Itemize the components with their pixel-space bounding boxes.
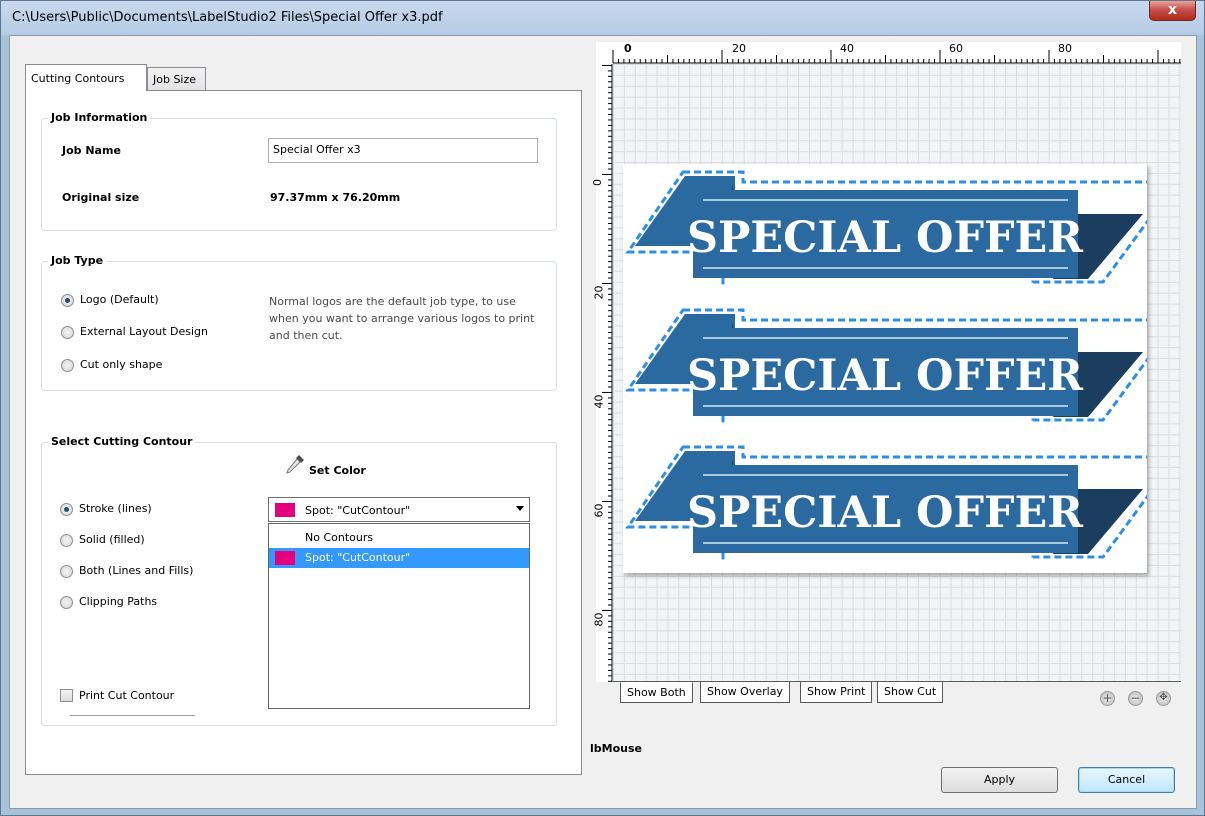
zoom-out-icon[interactable]: − — [1128, 691, 1143, 706]
job-type-title: Job Type — [48, 254, 107, 267]
window-title: C:\Users\Public\Documents\LabelStudio2 F… — [12, 10, 443, 25]
tab-job-size[interactable]: Job Size — [147, 67, 206, 91]
cut-contour-select[interactable]: Spot: "CutContour" — [268, 497, 530, 522]
set-color-label[interactable]: Set Color — [309, 464, 366, 477]
job-name-field[interactable]: Special Offer x3 — [268, 138, 538, 163]
artboard: SPECIAL OFFER SPECIAL OFFER SPECIAL OFFE… — [623, 164, 1155, 573]
radio-cut-only-shape[interactable] — [61, 359, 74, 372]
job-name-label: Job Name — [62, 144, 121, 157]
tab-show-cut[interactable]: Show Cut — [877, 682, 944, 703]
ruler-label-20: 20 — [732, 42, 746, 55]
radio-external-layout[interactable] — [61, 326, 74, 339]
cutting-contour-title: Select Cutting Contour — [48, 435, 196, 448]
tab-show-print[interactable]: Show Print — [800, 682, 873, 703]
vertical-ruler: 0 20 40 60 80 — [591, 64, 613, 682]
ruler-label-40: 40 — [840, 42, 854, 55]
zoom-in-icon[interactable]: + — [1100, 691, 1115, 706]
radio-clipping-paths-label[interactable]: Clipping Paths — [79, 595, 157, 608]
separator — [70, 715, 195, 716]
original-size-label: Original size — [62, 191, 140, 204]
tab-show-overlay[interactable]: Show Overlay — [700, 682, 790, 703]
combo-value: Spot: "CutContour" — [305, 504, 411, 517]
original-size-value: 97.37mm x 76.20mm — [270, 191, 401, 204]
ruler-v-label-0: 0 — [591, 179, 604, 186]
banner-3: SPECIAL OFFER — [623, 439, 1155, 567]
job-type-description: Normal logos are the default job type, t… — [269, 295, 535, 342]
radio-clipping-paths[interactable] — [60, 596, 73, 609]
dialog-body: Cutting Contours Job Size Job Informatio… — [9, 35, 1197, 809]
tab-show-both[interactable]: Show Both — [620, 682, 693, 703]
radio-logo-default-label[interactable]: Logo (Default) — [80, 293, 159, 306]
radio-stroke-lines-label[interactable]: Stroke (lines) — [79, 502, 152, 515]
chevron-down-icon[interactable] — [516, 506, 524, 511]
job-information-group: Job Information Job Name Special Offer x… — [41, 111, 557, 231]
horizontal-ruler: 0 20 40 60 80 — [596, 42, 1181, 64]
ruler-label-60: 60 — [949, 42, 963, 55]
ruler-v-label-80: 80 — [592, 612, 606, 627]
dropdown-item-label: Spot: "CutContour" — [305, 551, 411, 564]
job-information-title: Job Information — [48, 111, 151, 124]
banner-3-text: SPECIAL OFFER — [687, 488, 1083, 538]
cutting-contours-panel: Job Information Job Name Special Offer x… — [25, 90, 582, 775]
print-cut-contour-label[interactable]: Print Cut Contour — [79, 689, 174, 702]
ruler-label-80: 80 — [1058, 42, 1072, 55]
status-text: lbMouse — [590, 742, 642, 755]
banner-1-text: SPECIAL OFFER — [687, 213, 1083, 263]
ruler-v-label-60: 60 — [592, 503, 606, 518]
radio-logo-default[interactable] — [61, 294, 74, 307]
close-button[interactable]: x — [1149, 1, 1196, 21]
eyedropper-icon[interactable] — [284, 453, 306, 478]
ruler-v-label-20: 20 — [592, 285, 606, 300]
tab-cutting-contours[interactable]: Cutting Contours — [25, 64, 147, 91]
cancel-button[interactable]: Cancel — [1078, 767, 1175, 793]
vertical-ruler-ticks — [602, 64, 613, 682]
banner-1: SPECIAL OFFER — [623, 164, 1155, 292]
radio-external-layout-label[interactable]: External Layout Design — [80, 325, 208, 338]
radio-stroke-lines[interactable] — [60, 503, 73, 516]
dropdown-item-label: No Contours — [305, 531, 374, 544]
radio-both-lines-fills-label[interactable]: Both (Lines and Fills) — [79, 564, 193, 577]
cut-contour-dropdown-list: No Contours Spot: "CutContour" — [268, 523, 530, 709]
radio-solid-filled-label[interactable]: Solid (filled) — [79, 533, 145, 546]
ruler-v-label-40: 40 — [592, 394, 606, 409]
radio-solid-filled[interactable] — [60, 534, 73, 547]
dropdown-item-no-contours[interactable]: No Contours — [269, 528, 529, 548]
zoom-fit-icon[interactable]: ✥ — [1156, 691, 1171, 706]
dropdown-color-swatch — [275, 551, 295, 565]
banner-2-text: SPECIAL OFFER — [687, 351, 1083, 401]
radio-both-lines-fills[interactable] — [60, 565, 73, 578]
print-cut-contour-checkbox[interactable] — [60, 689, 73, 702]
ruler-label-0: 0 — [624, 42, 632, 55]
banner-2: SPECIAL OFFER — [623, 302, 1155, 430]
radio-cut-only-shape-label[interactable]: Cut only shape — [80, 358, 162, 371]
title-bar: C:\Users\Public\Documents\LabelStudio2 F… — [1, 1, 1204, 35]
dialog-window: C:\Users\Public\Documents\LabelStudio2 F… — [0, 0, 1205, 816]
dropdown-item-cutcontour[interactable]: Spot: "CutContour" — [269, 548, 529, 568]
horizontal-ruler-ticks — [612, 50, 1181, 64]
apply-button[interactable]: Apply — [941, 767, 1058, 793]
combo-color-swatch — [275, 503, 295, 517]
job-type-group: Job Type Logo (Default) External Layout … — [41, 254, 557, 391]
